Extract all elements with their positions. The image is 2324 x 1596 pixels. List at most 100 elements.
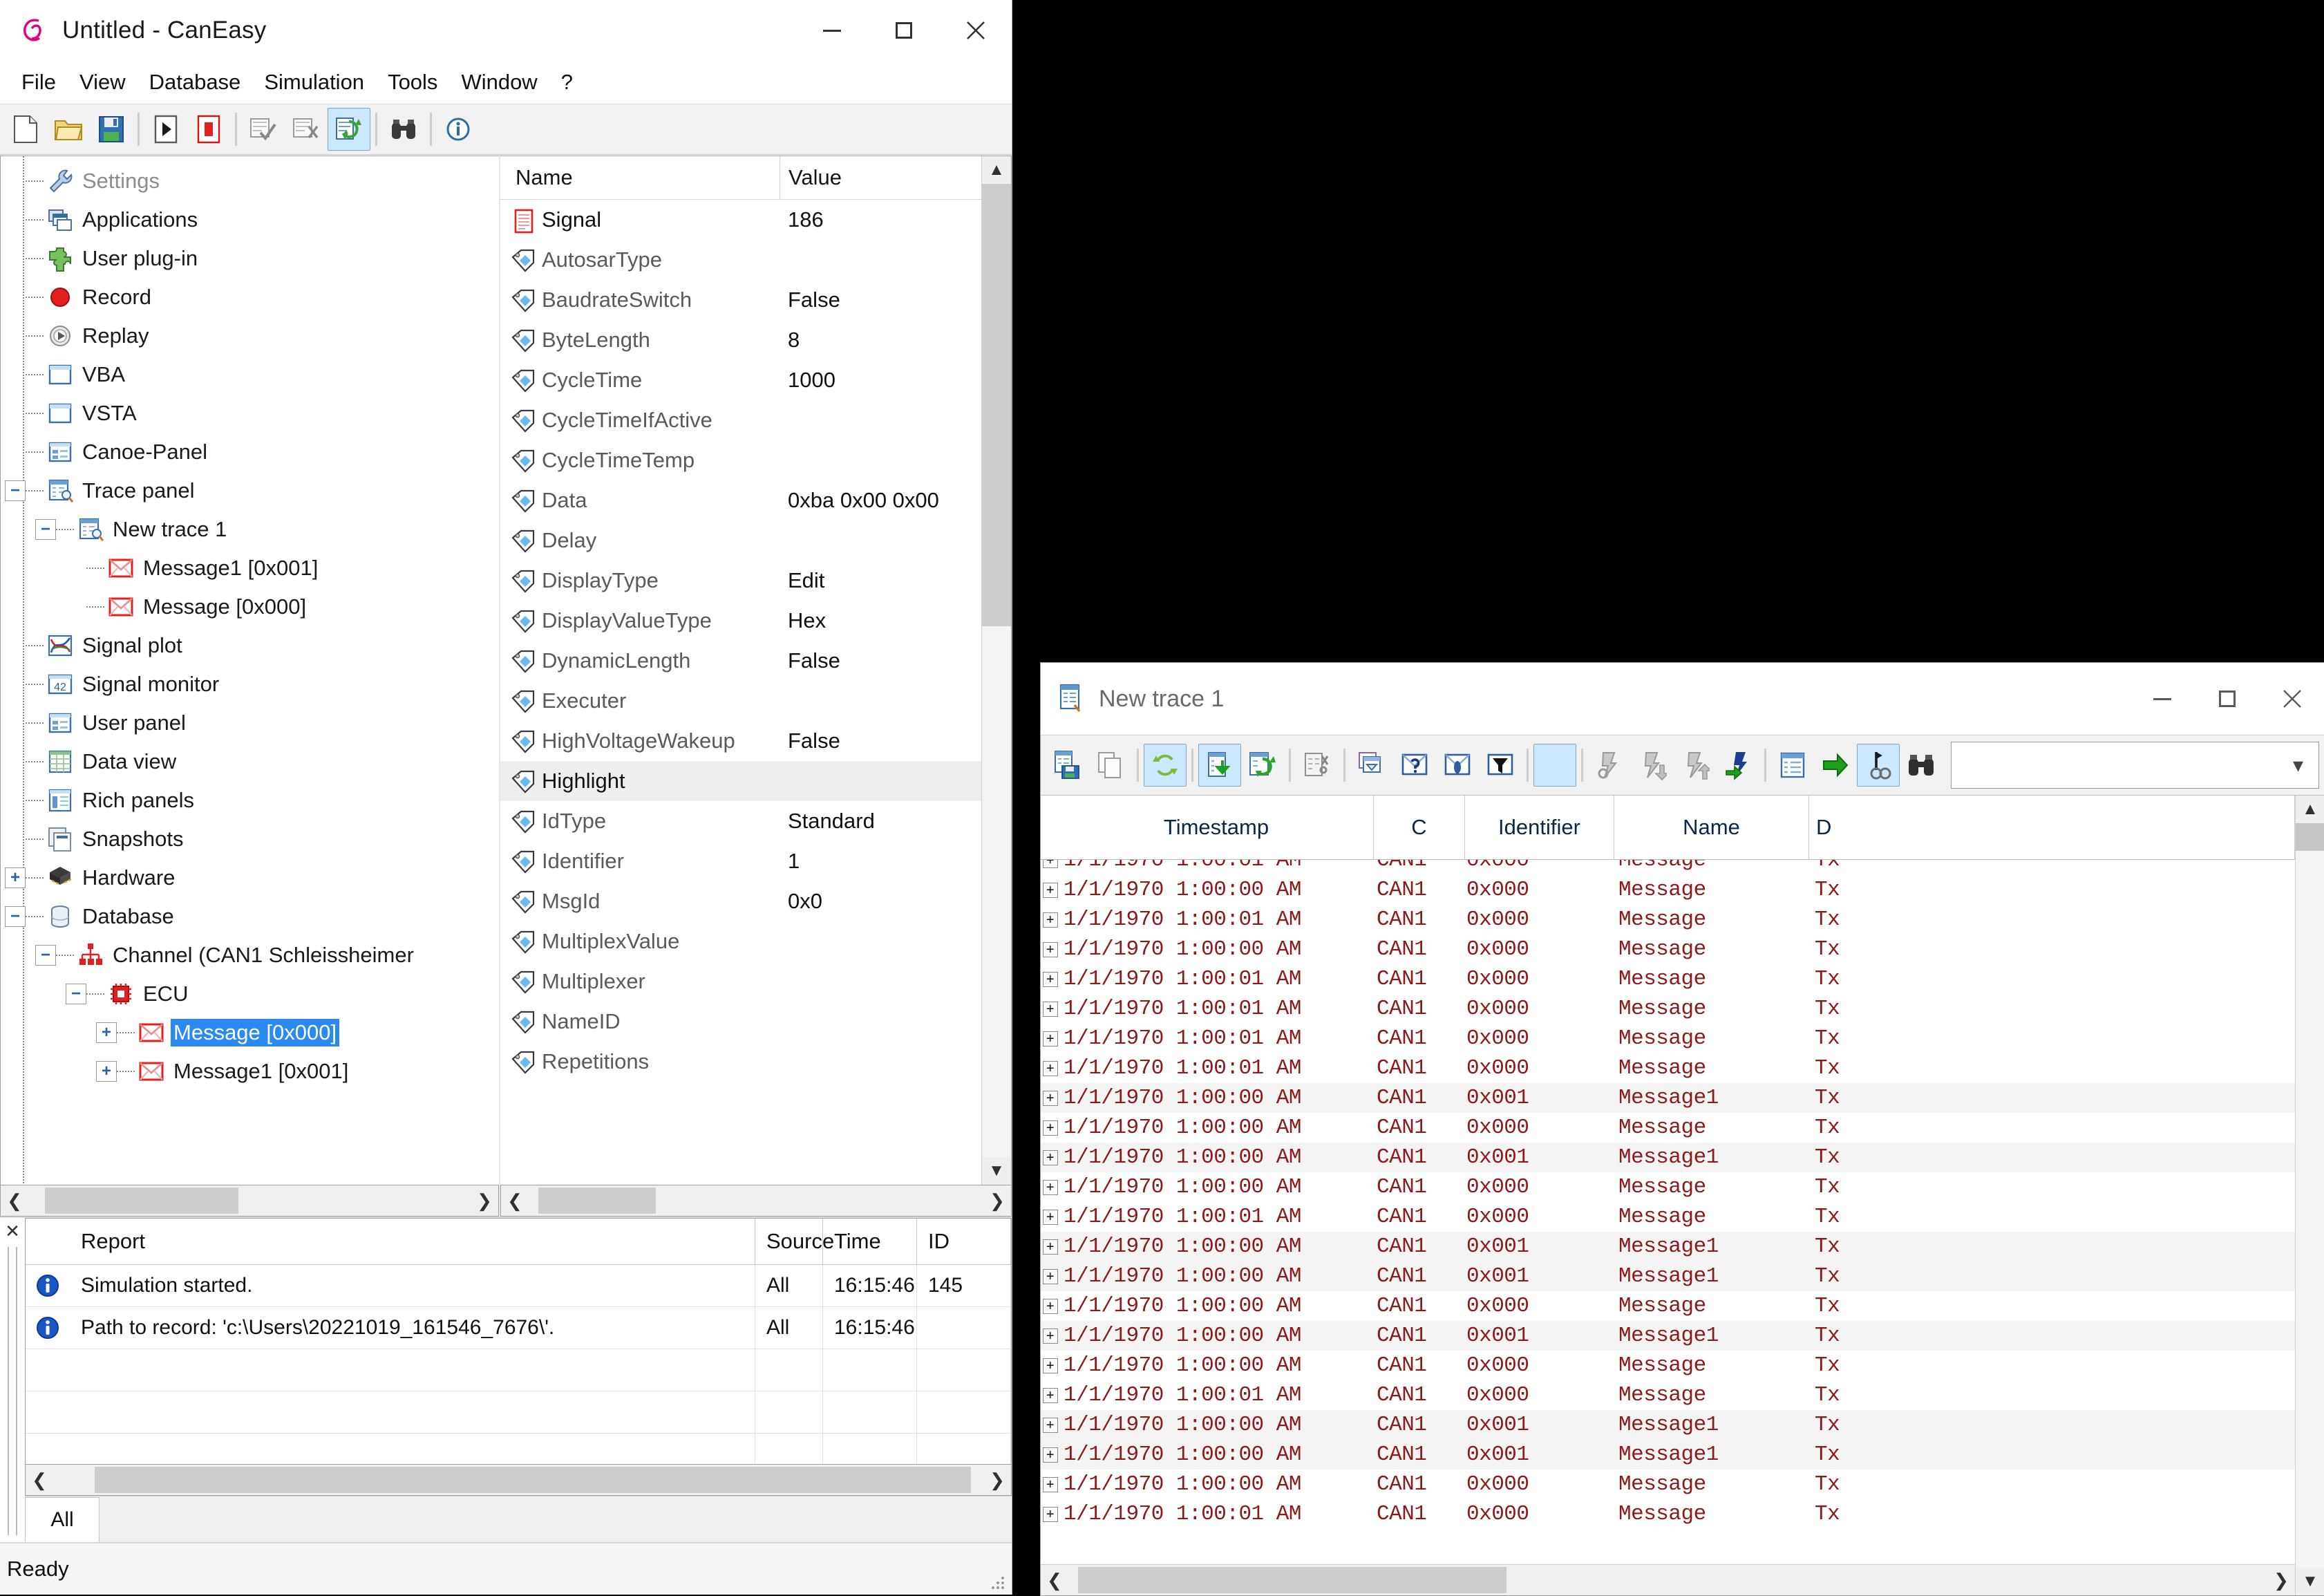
trace-row[interactable]: +1/1/1970 1:00:01 AM CAN1 0x000 Message Tx [1041, 1024, 2295, 1053]
tree-item-replay[interactable]: Replay [1, 317, 499, 355]
trace-header-direction[interactable]: D [1809, 796, 2295, 859]
tree-expander-plus[interactable]: + [96, 1061, 117, 1082]
trace-row-expander[interactable]: + [1042, 1506, 1058, 1522]
property-row[interactable]: Multiplexer [500, 961, 981, 1002]
refresh-trace-icon[interactable] [1241, 744, 1284, 787]
tree-item-new-trace-1[interactable]: − New trace 1 [1, 510, 499, 549]
trace-row-expander[interactable]: + [1042, 1090, 1058, 1106]
trace-row-expander[interactable]: + [1042, 1447, 1058, 1463]
trace-row[interactable]: +1/1/1970 1:00:00 AM CAN1 0x000 Message Tx [1041, 1172, 2295, 1202]
tree-expander-plus[interactable]: + [96, 1022, 117, 1043]
trace-row[interactable]: +1/1/1970 1:00:00 AM CAN1 0x001 Message1 Tx [1041, 1440, 2295, 1470]
refresh-messages-icon[interactable] [328, 108, 370, 151]
trace-header-timestamp[interactable]: Timestamp [1059, 796, 1374, 859]
trace-row[interactable]: +1/1/1970 1:00:00 AM CAN1 0x001 Message1 Tx [1041, 1083, 2295, 1113]
stop-simulation-icon[interactable] [187, 108, 230, 151]
project-tree[interactable]: Settings Applications User plug-in Record Re… [0, 156, 499, 1185]
trace-row[interactable]: +1/1/1970 1:00:00 AM CAN1 0x000 Message Tx [1041, 935, 2295, 964]
open-icon[interactable] [47, 108, 90, 151]
tree-item-settings[interactable]: Settings [1, 162, 499, 200]
tree-hscroll-right-arrow[interactable]: ❯ [471, 1186, 498, 1215]
trace-row-expander[interactable]: + [1042, 1179, 1058, 1195]
property-row[interactable]: MultiplexValue [500, 921, 981, 961]
tree-expander-minus[interactable]: − [66, 984, 86, 1004]
tree-item-rich-panels[interactable]: Rich panels [1, 781, 499, 820]
property-row[interactable]: HighVoltageWakeup False [500, 721, 981, 761]
tree-item-applications[interactable]: Applications [1, 200, 499, 239]
trace-row[interactable]: +1/1/1970 1:00:01 AM CAN1 0x000 Message Tx [1041, 1499, 2295, 1529]
trace-filter-combobox[interactable]: ▾ [1951, 742, 2319, 789]
property-row[interactable]: Repetitions [500, 1042, 981, 1082]
binoculars-icon[interactable] [382, 108, 425, 151]
property-row[interactable]: Highlight [500, 761, 981, 801]
property-vscrollbar[interactable]: ▲ ▼ [981, 156, 1011, 1185]
trace-rows[interactable]: +1/1/1970 1:00:01 AM CAN1 0x000 Message Tx +1… [1041, 860, 2295, 1564]
trace-vscroll-down-arrow[interactable]: ▼ [2296, 1568, 2324, 1595]
menu-tools[interactable]: Tools [376, 66, 449, 99]
trace-row-expander[interactable]: + [1042, 1298, 1058, 1314]
save-trace-icon[interactable] [1046, 744, 1089, 787]
report-hscroll-thumb[interactable] [95, 1467, 971, 1493]
property-value[interactable]: 1000 [780, 368, 981, 393]
save-icon[interactable] [90, 108, 133, 151]
tree-item-vsta[interactable]: VSTA [1, 394, 499, 433]
property-row[interactable]: DisplayValueType Hex [500, 601, 981, 641]
tree-item-snapshots[interactable]: Snapshots [1, 820, 499, 858]
binoculars-icon[interactable] [1900, 744, 1943, 787]
tree-item-canoe-panel[interactable]: Canoe-Panel [1, 433, 499, 471]
property-row[interactable]: Executer [500, 681, 981, 721]
trigger-icon[interactable] [1857, 744, 1900, 787]
property-hscroll-thumb[interactable] [538, 1187, 656, 1214]
tree-hscroll-left-arrow[interactable]: ❮ [1, 1186, 28, 1215]
copy-icon[interactable] [1089, 744, 1132, 787]
uncheck-message-icon[interactable] [285, 108, 328, 151]
trace-row[interactable]: +1/1/1970 1:00:00 AM CAN1 0x001 Message1 Tx [1041, 1232, 2295, 1261]
clear-trace-icon[interactable] [1296, 744, 1339, 787]
bookmark-up-icon[interactable] [1674, 744, 1717, 787]
trace-vscroll-track[interactable] [2296, 823, 2324, 1568]
menu-help[interactable]: ? [549, 66, 585, 99]
trace-row-expander[interactable]: + [1042, 860, 1058, 868]
minimize-button[interactable] [796, 0, 868, 61]
bookmark-prev-icon[interactable] [1588, 744, 1631, 787]
close-button[interactable] [940, 0, 1012, 61]
tree-expander-minus[interactable]: − [35, 945, 56, 966]
trace-row-expander[interactable]: + [1042, 1476, 1058, 1492]
property-value[interactable]: 0xba 0x00 0x00 [780, 488, 981, 513]
trace-row-expander[interactable]: + [1042, 941, 1058, 957]
trace-row[interactable]: +1/1/1970 1:00:00 AM CAN1 0x000 Message Tx [1041, 1291, 2295, 1321]
tree-item-signal-monitor[interactable]: 42 Signal monitor [1, 665, 499, 704]
property-row[interactable]: CycleTime 1000 [500, 360, 981, 400]
report-hscroll-left-arrow[interactable]: ❮ [26, 1465, 53, 1494]
bookmark-goto-icon[interactable] [1717, 744, 1759, 787]
tree-hscroll-thumb[interactable] [45, 1187, 238, 1214]
property-row[interactable]: CycleTimeTemp [500, 440, 981, 480]
trace-row-expander[interactable]: + [1042, 1031, 1058, 1046]
property-row[interactable]: Delay [500, 520, 981, 561]
trace-row-expander[interactable]: + [1042, 1209, 1058, 1225]
property-row[interactable]: BaudrateSwitch False [500, 280, 981, 320]
tree-item-data-view[interactable]: Data view [1, 742, 499, 781]
trace-row-expander[interactable]: + [1042, 1239, 1058, 1255]
report-table[interactable]: Report Source Time ID Simulation started… [25, 1218, 1012, 1465]
trace-row[interactable]: +1/1/1970 1:00:00 AM CAN1 0x000 Message Tx [1041, 875, 2295, 905]
trace-hscroll-left-arrow[interactable]: ❮ [1041, 1566, 1068, 1595]
property-row[interactable]: Signal 186 [500, 200, 981, 240]
menu-window[interactable]: Window [449, 66, 549, 99]
trace-row-expander[interactable]: + [1042, 1387, 1058, 1403]
tree-item-signal-plot[interactable]: Signal plot [1, 626, 499, 665]
property-vscroll-track[interactable] [982, 184, 1011, 1157]
property-row[interactable]: IdType Standard [500, 801, 981, 841]
start-simulation-icon[interactable] [144, 108, 187, 151]
message-detail-icon[interactable] [1436, 744, 1479, 787]
maximize-button[interactable] [868, 0, 940, 61]
property-value[interactable]: 1 [780, 849, 981, 874]
tree-item-message1-0x001[interactable]: + Message1 [0x001] [1, 1052, 499, 1091]
tree-expander-minus[interactable]: − [5, 480, 26, 501]
property-hscroll-left-arrow[interactable]: ❮ [501, 1186, 529, 1215]
filter-icon[interactable] [1479, 744, 1522, 787]
tree-expander-plus[interactable]: + [5, 867, 26, 888]
unknown-message-icon[interactable] [1393, 744, 1436, 787]
menu-view[interactable]: View [68, 66, 138, 99]
trace-vscroll-up-arrow[interactable]: ▲ [2296, 796, 2324, 823]
